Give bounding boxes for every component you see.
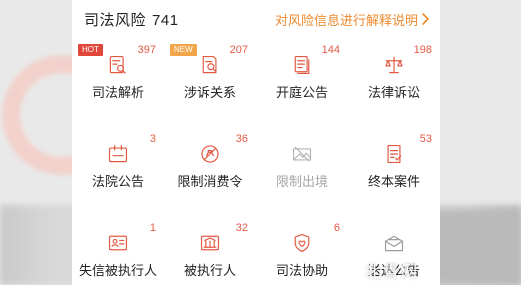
item-count: 207 xyxy=(229,44,248,56)
watermark: 北青网 xyxy=(365,258,419,282)
item-count: 1 xyxy=(149,222,156,234)
item-label: 开庭公告 xyxy=(275,85,328,100)
court-announcement-icon xyxy=(108,144,128,163)
explain-link[interactable]: 对风险信息进行解释说明 xyxy=(275,10,430,29)
restricted-consumption-icon xyxy=(201,145,219,163)
judicial-assistance-icon xyxy=(294,233,310,253)
risk-item-court-session[interactable]: 144 开庭公告 xyxy=(256,40,348,101)
section-title: 司法风险 741 xyxy=(84,9,179,30)
explain-link-text: 对风险信息进行解释说明 xyxy=(274,12,418,28)
item-count: 6 xyxy=(333,222,340,234)
item-label: 法院公告 xyxy=(91,174,144,189)
scales-icon xyxy=(385,56,403,74)
final-case-icon xyxy=(387,144,402,164)
item-count: 36 xyxy=(235,133,248,145)
litigation-relation-icon xyxy=(202,55,217,74)
risk-item-dishonest-person[interactable]: 1 失信被执行人 xyxy=(72,218,164,279)
risk-total-count: 741 xyxy=(152,11,179,29)
item-count: 198 xyxy=(413,44,432,56)
item-label: 法律诉讼 xyxy=(367,85,420,100)
hot-badge: HOT xyxy=(78,44,103,56)
backdrop-dark xyxy=(426,210,521,285)
risk-item-grid: HOT 397 司法解析 NEW 207 涉诉关系 144 开庭公告 198 法… xyxy=(72,40,440,279)
executed-person-icon xyxy=(200,235,220,251)
risk-item-litigation-relation[interactable]: NEW 207 涉诉关系 xyxy=(164,40,256,101)
chevron-right-icon xyxy=(422,13,429,25)
risk-item-judicial-assistance[interactable]: 6 司法协助 xyxy=(256,218,348,279)
new-badge: NEW xyxy=(170,44,197,56)
section-title-text: 司法风险 xyxy=(84,11,147,29)
delivery-notice-icon xyxy=(384,235,404,252)
dishonest-person-icon xyxy=(108,235,128,251)
item-label: 终本案件 xyxy=(367,174,420,189)
judicial-analysis-icon xyxy=(109,55,126,74)
exit-restriction-icon xyxy=(292,146,312,162)
item-label: 司法协助 xyxy=(275,263,328,278)
risk-item-judicial-analysis[interactable]: HOT 397 司法解析 xyxy=(72,40,164,101)
risk-item-executed-person[interactable]: 32 被执行人 xyxy=(164,218,256,279)
item-count: 397 xyxy=(137,44,156,56)
watermark-text: 北青网 xyxy=(365,264,420,281)
panel-header: 司法风险 741 对风险信息进行解释说明 xyxy=(84,8,430,30)
item-count: 144 xyxy=(321,44,340,56)
risk-item-restricted-consumption[interactable]: 36 限制消费令 xyxy=(164,129,256,190)
risk-item-legal-action[interactable]: 198 法律诉讼 xyxy=(348,40,440,101)
risk-item-exit-restriction[interactable]: 限制出境 xyxy=(256,129,348,190)
judicial-risk-panel: 司法风险 741 对风险信息进行解释说明 HOT 397 司法解析 NEW 207 xyxy=(72,0,440,285)
risk-item-final-case[interactable]: 53 终本案件 xyxy=(348,129,440,190)
item-label: 限制消费令 xyxy=(177,174,243,189)
item-label: 被执行人 xyxy=(183,263,236,278)
item-label: 司法解析 xyxy=(91,85,144,100)
item-label: 涉诉关系 xyxy=(183,85,236,100)
court-session-icon xyxy=(294,55,310,75)
item-count: 32 xyxy=(235,222,248,234)
item-label: 限制出境 xyxy=(275,174,328,189)
item-label: 失信被执行人 xyxy=(78,263,157,278)
risk-item-court-announcement[interactable]: 3 法院公告 xyxy=(72,129,164,190)
item-count: 53 xyxy=(419,133,432,145)
item-count: 3 xyxy=(149,133,156,145)
